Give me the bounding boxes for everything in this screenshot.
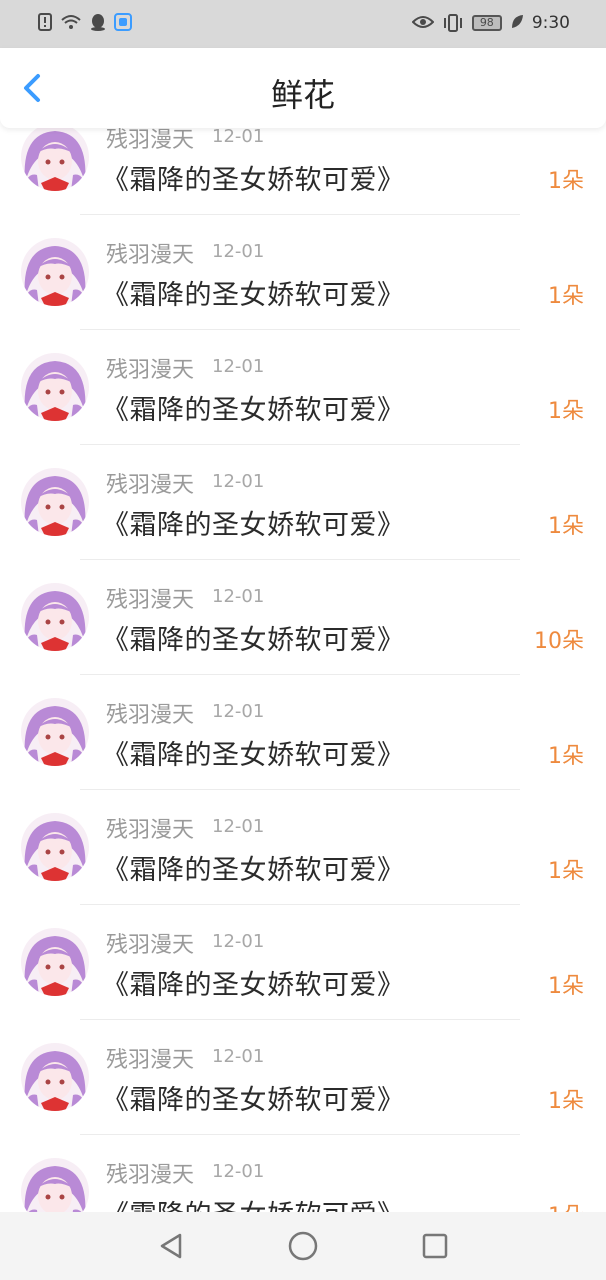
book-title[interactable]: 《霜降的圣女娇软可爱》 xyxy=(102,618,405,657)
flower-list[interactable]: 残羽漫天 12-01 《霜降的圣女娇软可爱》 1朵 残羽漫天 12-01 《霜降的圣女娇软可… xyxy=(0,100,606,1250)
status-bar: 98 9:30 xyxy=(0,0,606,48)
sender-name: 残羽漫天 xyxy=(106,243,195,268)
book-title[interactable]: 《霜降的圣女娇软可爱》 xyxy=(102,503,405,542)
avatar[interactable] xyxy=(21,1043,89,1111)
flower-count: 1朵 xyxy=(548,1089,584,1114)
status-right-icons: 98 9:30 xyxy=(411,13,570,33)
sender-name: 残羽漫天 xyxy=(106,358,195,383)
book-title[interactable]: 《霜降的圣女娇软可爱》 xyxy=(102,733,405,772)
list-item[interactable]: 残羽漫天 12-01 《霜降的圣女娇软可爱》 1朵 xyxy=(0,905,606,1020)
send-date: 12-01 xyxy=(212,1161,265,1182)
flower-count: 1朵 xyxy=(548,514,584,539)
home-circle-icon xyxy=(288,1231,318,1261)
send-date: 12-01 xyxy=(212,356,265,377)
avatar[interactable] xyxy=(21,468,89,536)
flower-count: 1朵 xyxy=(548,744,584,769)
nav-back-button[interactable] xyxy=(151,1226,191,1266)
list-item[interactable]: 残羽漫天 12-01 《霜降的圣女娇软可爱》 10朵 xyxy=(0,560,606,675)
flower-count: 1朵 xyxy=(548,169,584,194)
flower-count: 1朵 xyxy=(548,974,584,999)
sender-name: 残羽漫天 xyxy=(106,588,195,613)
send-date: 12-01 xyxy=(212,931,265,952)
list-item[interactable]: 残羽漫天 12-01 《霜降的圣女娇软可爱》 1朵 xyxy=(0,1020,606,1135)
avatar[interactable] xyxy=(21,583,89,651)
list-item[interactable]: 残羽漫天 12-01 《霜降的圣女娇软可爱》 1朵 xyxy=(0,215,606,330)
send-date: 12-01 xyxy=(212,471,265,492)
qq-icon xyxy=(90,13,106,31)
avatar[interactable] xyxy=(21,698,89,766)
list-item[interactable]: 残羽漫天 12-01 《霜降的圣女娇软可爱》 1朵 xyxy=(0,675,606,790)
battery-icon: 98 xyxy=(471,15,502,31)
avatar[interactable] xyxy=(21,123,89,191)
leaf-icon xyxy=(510,14,524,32)
send-date: 12-01 xyxy=(212,816,265,837)
flower-count: 1朵 xyxy=(548,399,584,424)
book-title[interactable]: 《霜降的圣女娇软可爱》 xyxy=(102,1078,405,1117)
list-item[interactable]: 残羽漫天 12-01 《霜降的圣女娇软可爱》 1朵 xyxy=(0,790,606,905)
list-item[interactable]: 残羽漫天 12-01 《霜降的圣女娇软可爱》 1朵 xyxy=(0,445,606,560)
sender-name: 残羽漫天 xyxy=(106,703,195,728)
status-left-icons xyxy=(38,13,132,31)
flower-count: 1朵 xyxy=(548,859,584,884)
app-header: 鲜花 xyxy=(0,48,606,128)
send-date: 12-01 xyxy=(212,241,265,262)
wifi-icon xyxy=(60,13,82,31)
send-date: 12-01 xyxy=(212,1046,265,1067)
book-title[interactable]: 《霜降的圣女娇软可爱》 xyxy=(102,848,405,887)
back-triangle-icon xyxy=(160,1233,182,1259)
avatar[interactable] xyxy=(21,813,89,881)
book-title[interactable]: 《霜降的圣女娇软可爱》 xyxy=(102,963,405,1002)
vibrate-icon xyxy=(442,14,464,32)
send-date: 12-01 xyxy=(212,126,265,147)
book-title[interactable]: 《霜降的圣女娇软可爱》 xyxy=(102,273,405,312)
book-title[interactable]: 《霜降的圣女娇软可爱》 xyxy=(102,388,405,427)
list-item[interactable]: 残羽漫天 12-01 《霜降的圣女娇软可爱》 1朵 xyxy=(0,330,606,445)
flower-count: 1朵 xyxy=(548,284,584,309)
sender-name: 残羽漫天 xyxy=(106,818,195,843)
page-title: 鲜花 xyxy=(270,76,335,114)
send-date: 12-01 xyxy=(212,701,265,722)
recents-square-icon xyxy=(422,1233,448,1259)
eye-icon xyxy=(411,14,435,32)
system-nav-bar xyxy=(0,1212,606,1280)
status-time: 9:30 xyxy=(531,13,570,33)
sender-name: 残羽漫天 xyxy=(106,1163,195,1188)
sender-name: 残羽漫天 xyxy=(106,473,195,498)
avatar[interactable] xyxy=(21,928,89,996)
sender-name: 残羽漫天 xyxy=(106,1048,195,1073)
app-notification-icon xyxy=(114,13,132,31)
flower-count: 10朵 xyxy=(534,629,584,654)
nav-home-button[interactable] xyxy=(283,1226,323,1266)
book-title[interactable]: 《霜降的圣女娇软可爱》 xyxy=(102,158,405,197)
nav-recents-button[interactable] xyxy=(415,1226,455,1266)
avatar[interactable] xyxy=(21,238,89,306)
sim-alert-icon xyxy=(38,13,52,31)
sender-name: 残羽漫天 xyxy=(106,933,195,958)
avatar[interactable] xyxy=(21,353,89,421)
send-date: 12-01 xyxy=(212,586,265,607)
